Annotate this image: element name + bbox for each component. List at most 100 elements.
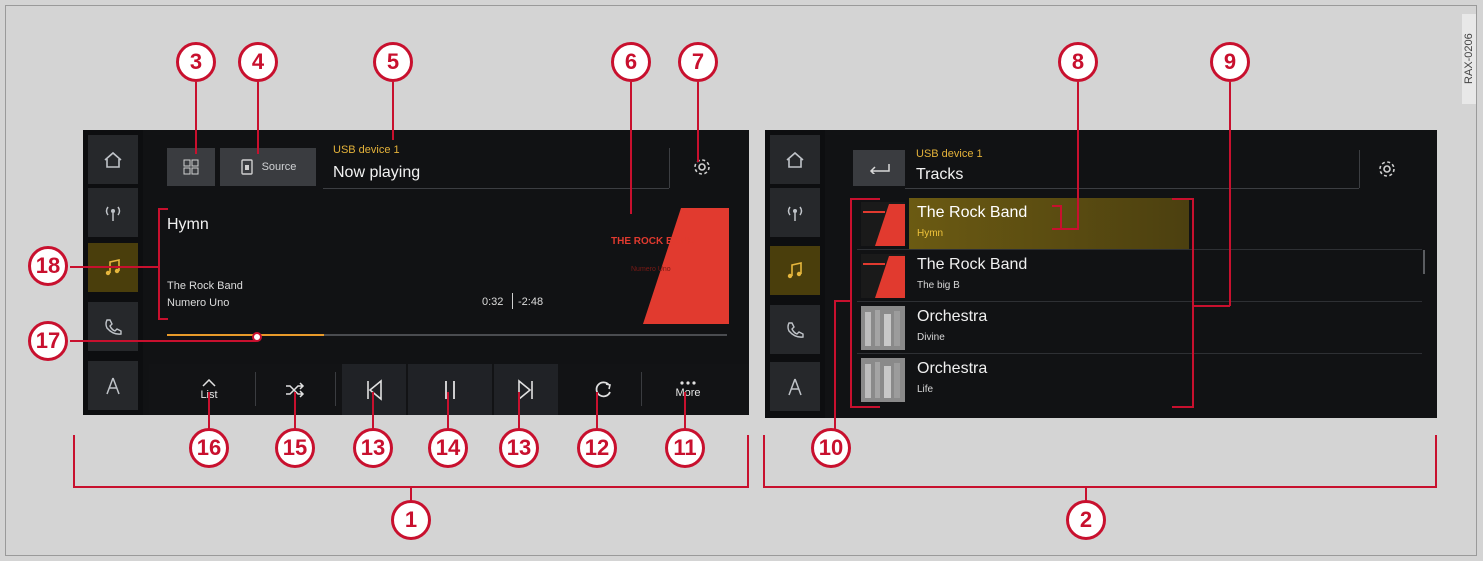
leader-line [630, 82, 632, 214]
more-dots-icon [680, 380, 696, 385]
pause-button[interactable] [408, 364, 492, 415]
leader-line [1229, 82, 1231, 306]
callout-17: 17 [28, 321, 68, 361]
progress-track[interactable] [167, 334, 727, 336]
previous-track-button[interactable] [342, 364, 406, 415]
cover-art-image [861, 202, 905, 246]
sidebar-home-button[interactable] [88, 135, 138, 184]
leader-line [73, 435, 75, 487]
track-row-subtitle: Life [917, 384, 934, 395]
device-label: USB device 1 [333, 144, 400, 156]
sidebar-home-button[interactable] [770, 135, 820, 184]
leader-line [697, 82, 699, 162]
leader-line [70, 266, 160, 268]
list-item[interactable]: Orchestra Divine [857, 302, 1422, 354]
track-row-title: Orchestra [917, 360, 988, 377]
leader-line [158, 318, 168, 320]
chevron-up-icon [202, 378, 216, 387]
track-title: Hymn [167, 216, 209, 233]
repeat-button[interactable] [573, 364, 633, 415]
leader-line [1052, 228, 1078, 230]
sidebar-phone-button[interactable] [88, 302, 138, 351]
leader-line [596, 392, 598, 432]
playback-controls: List More [149, 364, 749, 415]
leader-line [294, 392, 296, 432]
home-icon [786, 151, 804, 168]
leader-line [1172, 406, 1194, 408]
callout-13-previous: 13 [353, 428, 393, 468]
track-row-title: The Rock Band [917, 204, 1028, 221]
leader-line [392, 82, 394, 140]
callout-15: 15 [275, 428, 315, 468]
back-arrow-icon [869, 164, 890, 174]
overview-button[interactable] [167, 148, 215, 186]
callout-5: 5 [373, 42, 413, 82]
leader-line [1060, 205, 1062, 229]
settings-button[interactable] [1367, 152, 1407, 186]
divider [641, 372, 642, 406]
sidebar [83, 130, 143, 415]
progress-handle-marker [252, 332, 262, 342]
source-device-icon [240, 159, 253, 175]
cover-art-image [861, 306, 905, 350]
sidebar [765, 130, 825, 418]
elapsed-time: 0:32 [482, 296, 504, 308]
track-row-title: The Rock Band [917, 256, 1028, 273]
title-underline [323, 188, 669, 189]
divider [255, 372, 256, 406]
gear-icon [1379, 161, 1395, 177]
leader-line [1052, 205, 1062, 207]
divider [1359, 150, 1360, 188]
leader-line [850, 198, 852, 408]
leader-line [447, 392, 449, 432]
sidebar-navigation-button[interactable] [770, 362, 820, 411]
callout-2: 2 [1066, 500, 1106, 540]
radio-icon [787, 206, 803, 221]
album-name: Numero Uno [167, 297, 230, 309]
sidebar-media-button[interactable] [770, 246, 820, 295]
leader-line [70, 340, 256, 342]
track-row-subtitle: The big B [917, 280, 960, 291]
title-underline [905, 188, 1359, 189]
album-thumbnail [861, 306, 905, 350]
page-title: Now playing [333, 164, 421, 181]
skip-back-icon [367, 378, 382, 401]
sidebar-radio-button[interactable] [88, 188, 138, 237]
track-row-subtitle: Hymn [917, 228, 944, 239]
list-item[interactable]: Orchestra Life [857, 354, 1422, 406]
callout-8: 8 [1058, 42, 1098, 82]
callout-13-next: 13 [499, 428, 539, 468]
track-row-subtitle: Divine [917, 332, 945, 343]
sidebar-navigation-button[interactable] [88, 361, 138, 410]
remaining-time: -2:48 [518, 296, 544, 308]
list-item[interactable]: The Rock Band The big B [857, 250, 1422, 302]
leader-line [850, 198, 880, 200]
leader-line [763, 435, 765, 487]
leader-line [834, 300, 852, 302]
source-button[interactable]: Source [220, 148, 316, 186]
pause-icon [445, 380, 455, 399]
back-button[interactable] [853, 150, 905, 186]
leader-line [372, 392, 374, 432]
more-button[interactable]: More [651, 364, 725, 415]
scrollbar[interactable] [1423, 250, 1425, 274]
sidebar-radio-button[interactable] [770, 188, 820, 237]
callout-7: 7 [678, 42, 718, 82]
sidebar-phone-button[interactable] [770, 305, 820, 354]
figure-code: RAX-0206 [1462, 14, 1476, 104]
album-cover: THE ROCK BAND Numero Uno [611, 208, 729, 324]
page-title: Tracks [916, 166, 964, 183]
next-track-button[interactable] [494, 364, 558, 415]
callout-6: 6 [611, 42, 651, 82]
callout-9: 9 [1210, 42, 1250, 82]
cover-subtext: Numero Uno [631, 266, 671, 273]
phone-icon [787, 321, 804, 338]
navigation-icon [788, 378, 802, 395]
settings-button[interactable] [681, 148, 723, 186]
divider [335, 372, 336, 406]
leader-line [158, 208, 160, 320]
leader-line [195, 82, 197, 154]
list-item[interactable]: The Rock Band Hymn [857, 198, 1422, 250]
leader-line [763, 486, 1437, 488]
leader-line [747, 435, 749, 487]
